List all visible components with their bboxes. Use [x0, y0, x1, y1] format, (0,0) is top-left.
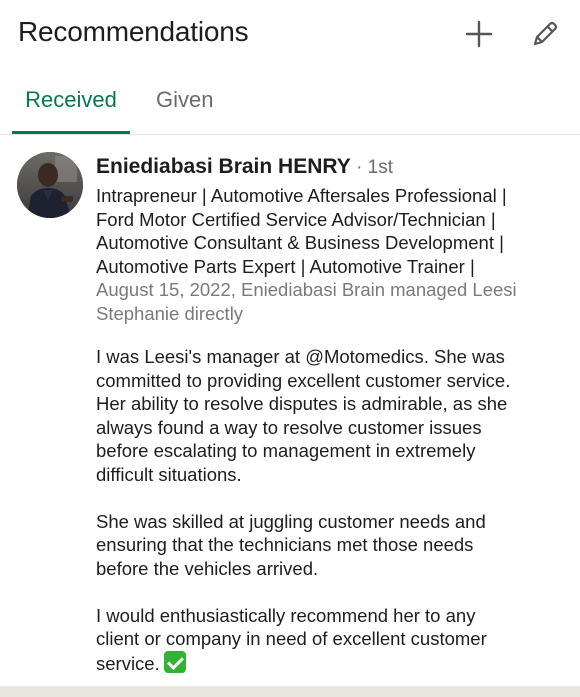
- tab-received-label: Received: [25, 87, 117, 112]
- text-line: before the vehicles arrived.: [96, 557, 319, 579]
- avatar[interactable]: [17, 152, 83, 218]
- recommendation-card: Eniediabasi Brain HENRY · 1st Intraprene…: [0, 135, 580, 683]
- text-line: committed to providing excellent custome…: [96, 369, 511, 391]
- text-line: ensuring that the technicians met those …: [96, 534, 474, 555]
- recommendation-paragraph: She was skilled at juggling customer nee…: [96, 510, 566, 581]
- connection-degree: · 1st: [350, 157, 394, 178]
- text-line: I was Leesi's manager at @Motomedics. Sh…: [96, 346, 505, 367]
- headline-line: Automotive Parts Expert | Automotive Tra…: [96, 255, 475, 277]
- headline-line: Automotive Consultant & Business Develop…: [96, 232, 504, 253]
- active-tab-indicator: [12, 131, 130, 134]
- text-line: Her ability to resolve disputes is admir…: [96, 393, 508, 414]
- text-line: before escalating to management in extre…: [96, 440, 476, 461]
- recommender-name[interactable]: Eniediabasi Brain HENRY: [96, 155, 351, 178]
- recommender-headline: Intrapreneur | Automotive Aftersales Pro…: [96, 184, 566, 278]
- text-line: service.: [96, 652, 160, 674]
- recommendation-text: I was Leesi's manager at @Motomedics. Sh…: [96, 345, 566, 675]
- tab-received[interactable]: Received: [12, 78, 130, 134]
- recommendation-paragraph: I was Leesi's manager at @Motomedics. Sh…: [96, 345, 566, 486]
- tab-given[interactable]: Given: [156, 78, 213, 133]
- meta-line: Stephanie directly: [96, 302, 244, 324]
- check-mark-emoji-icon: [163, 650, 186, 673]
- add-recommendation-button[interactable]: [461, 16, 497, 52]
- profile-photo-icon: [17, 152, 83, 218]
- text-line-last: service.: [96, 650, 566, 676]
- text-line: I would enthusiastically recommend her t…: [96, 604, 476, 626]
- text-line: difficult situations.: [96, 463, 242, 485]
- recommendation-paragraph: I would enthusiastically recommend her t…: [96, 604, 566, 676]
- header: Recommendations: [0, 0, 580, 70]
- meta-line: August 15, 2022, Eniediabasi Brain manag…: [96, 279, 517, 300]
- pencil-icon: [533, 21, 558, 46]
- tabs-bar: Received Given: [0, 78, 580, 135]
- recommendation-content: Eniediabasi Brain HENRY · 1st Intraprene…: [96, 153, 566, 675]
- recommendation-meta: August 15, 2022, Eniediabasi Brain manag…: [96, 278, 566, 325]
- text-line: client or company in need of excellent c…: [96, 628, 487, 649]
- text-line: always found a way to resolve customer i…: [96, 416, 482, 438]
- text-line: She was skilled at juggling customer nee…: [96, 510, 486, 532]
- section-divider: [0, 686, 580, 697]
- recommendations-page: Recommendations Received Given Eniediaba…: [0, 0, 580, 697]
- page-title: Recommendations: [18, 16, 249, 47]
- headline-line: Ford Motor Certified Service Advisor/Tec…: [96, 208, 496, 230]
- recommender-row: Eniediabasi Brain HENRY · 1st: [96, 153, 566, 182]
- edit-recommendations-button[interactable]: [527, 16, 563, 52]
- tab-given-label: Given: [156, 87, 214, 112]
- plus-icon: [465, 20, 493, 48]
- headline-line: Intrapreneur | Automotive Aftersales Pro…: [96, 185, 507, 206]
